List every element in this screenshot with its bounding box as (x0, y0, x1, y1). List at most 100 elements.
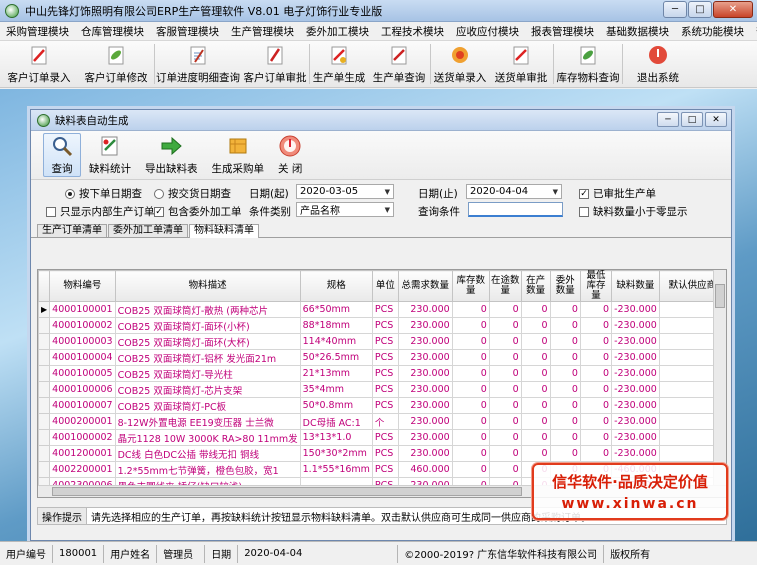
cell-shortage[interactable]: -230.000 (611, 413, 660, 430)
cell-stock[interactable]: 0 (451, 317, 490, 334)
cell-in-transit[interactable]: 0 (488, 413, 522, 430)
cell-min-stock[interactable]: 0 (579, 333, 613, 350)
cell-total-demand[interactable]: 460.000 (397, 461, 453, 478)
date-from-picker[interactable]: 2020-03-05 ▼ (296, 184, 394, 199)
cell-material-code[interactable]: 4000100004 (49, 349, 116, 366)
close-button[interactable]: 关 闭 (272, 133, 308, 177)
row-indicator[interactable] (38, 429, 51, 446)
cell-min-stock[interactable]: 0 (579, 317, 613, 334)
toolbar-inventory-query-button[interactable]: 库存物料查询 (554, 41, 622, 87)
cell-unit[interactable]: PCS (371, 333, 399, 350)
cell-material-desc[interactable]: COB25 双面球筒灯-芯片支架 (114, 381, 301, 398)
col-unit[interactable]: 单位 (371, 270, 399, 302)
export-shortage-button[interactable]: 导出缺料表 (139, 133, 204, 177)
shortage-lt-zero-checkbox[interactable]: 缺料数量小于零显示 (579, 204, 688, 219)
cell-shortage[interactable]: -230.000 (611, 445, 660, 462)
cell-shortage[interactable]: -230.000 (611, 301, 660, 318)
child-close-button[interactable]: ✕ (705, 112, 727, 127)
cell-spec[interactable]: 21*13mm (299, 365, 373, 382)
cell-total-demand[interactable]: 230.000 (397, 317, 453, 334)
menu-outsourcing[interactable]: 委外加工模块 (306, 24, 369, 39)
cell-stock[interactable]: 0 (451, 461, 490, 478)
row-indicator[interactable] (38, 333, 51, 350)
cell-stock[interactable]: 0 (451, 445, 490, 462)
tab-material-shortage[interactable]: 物料缺料清单 (189, 224, 259, 238)
tab-production-orders[interactable]: 生产订单清单 (37, 224, 107, 237)
cell-in-production[interactable]: 0 (520, 333, 551, 350)
toolbar-exit-button[interactable]: 退出系统 (623, 41, 693, 87)
cell-material-code[interactable]: 4001000002 (49, 429, 116, 446)
menu-receivables[interactable]: 应收应付模块 (456, 24, 519, 39)
cell-outsourced[interactable]: 0 (549, 429, 581, 446)
toolbar-production-query-button[interactable]: 生产单查询 (368, 41, 430, 87)
cell-material-code[interactable]: 4000100007 (49, 397, 116, 414)
cell-unit[interactable]: PCS (371, 397, 399, 414)
menu-purchase[interactable]: 采购管理模块 (6, 24, 69, 39)
cell-spec[interactable]: 66*50mm (299, 301, 373, 318)
cell-in-transit[interactable]: 0 (488, 349, 522, 366)
table-row[interactable]: 4000100004 COB25 双面球筒灯-铝杯 发光面21m 50*26.5mm… (38, 349, 726, 366)
cell-stock[interactable]: 0 (451, 413, 490, 430)
toolbar-production-generate-button[interactable]: 生产单生成 (310, 41, 368, 87)
cell-in-production[interactable]: 0 (520, 301, 551, 318)
child-maximize-button[interactable]: □ (681, 112, 703, 127)
cell-material-code[interactable]: 4001200001 (49, 445, 116, 462)
cell-in-production[interactable]: 0 (520, 429, 551, 446)
toolbar-delivery-entry-button[interactable]: 送货单录入 (431, 41, 489, 87)
cell-shortage[interactable]: -230.000 (611, 365, 660, 382)
cell-unit[interactable]: PCS (371, 381, 399, 398)
cell-in-transit[interactable]: 0 (488, 397, 522, 414)
table-row[interactable]: 4001000002 晶元1128 10W 3000K RA>80 11mm发 13… (38, 429, 726, 446)
category-select[interactable]: 产品名称 ▼ (296, 202, 394, 217)
menu-base-data[interactable]: 基础数据模块 (606, 24, 669, 39)
outsource-checkbox[interactable]: ✓ 包含委外加工单 (154, 204, 242, 219)
table-row[interactable]: 4000100002 COB25 双面球筒灯-面环(小杯) 88*18mm PCS 23… (38, 317, 726, 334)
scroll-thumb[interactable] (52, 487, 522, 496)
cell-shortage[interactable]: -230.000 (611, 333, 660, 350)
cell-outsourced[interactable]: 0 (549, 333, 581, 350)
cell-in-transit[interactable]: 0 (488, 429, 522, 446)
cell-material-desc[interactable]: COB25 双面球筒灯-面环(小杯) (114, 317, 301, 334)
cell-in-production[interactable]: 0 (520, 317, 551, 334)
cell-in-production[interactable]: 0 (520, 397, 551, 414)
cell-unit[interactable]: PCS (371, 429, 399, 446)
cell-stock[interactable]: 0 (451, 381, 490, 398)
row-indicator[interactable] (38, 381, 51, 398)
cell-total-demand[interactable]: 230.000 (397, 397, 453, 414)
toolbar-delivery-approve-button[interactable]: 送货单审批 (489, 41, 553, 87)
cell-in-transit[interactable]: 0 (488, 333, 522, 350)
cell-spec[interactable]: 35*4mm (299, 381, 373, 398)
cell-min-stock[interactable]: 0 (579, 397, 613, 414)
cell-material-code[interactable]: 4000100001 (49, 301, 116, 318)
table-row[interactable]: ▶ 4000100001 COB25 双面球筒灯-散热 (两种芯片 66*50mm PC… (38, 301, 726, 318)
cell-material-code[interactable]: 4000100002 (49, 317, 116, 334)
cell-min-stock[interactable]: 0 (579, 413, 613, 430)
radio-delivery-date[interactable]: 按交货日期查 (154, 186, 231, 201)
cell-material-desc[interactable]: DC线 白色DC公插 带线无扣 铜线 (114, 445, 301, 462)
cell-shortage[interactable]: -230.000 (611, 349, 660, 366)
maximize-button[interactable]: □ (688, 1, 712, 18)
menu-system[interactable]: 系统功能模块 (681, 24, 744, 39)
cell-outsourced[interactable]: 0 (549, 397, 581, 414)
cell-total-demand[interactable]: 230.000 (397, 365, 453, 382)
row-indicator[interactable] (38, 461, 51, 478)
cell-outsourced[interactable]: 0 (549, 317, 581, 334)
cell-shortage[interactable]: -230.000 (611, 317, 660, 334)
toolbar-order-entry-button[interactable]: 客户订单录入 (0, 41, 78, 87)
cell-stock[interactable]: 0 (451, 349, 490, 366)
cell-unit[interactable]: PCS (371, 349, 399, 366)
cell-total-demand[interactable]: 230.000 (397, 381, 453, 398)
cell-in-transit[interactable]: 0 (488, 461, 522, 478)
cell-stock[interactable]: 0 (451, 429, 490, 446)
toolbar-order-approve-button[interactable]: 客户订单审批 (241, 41, 309, 87)
cell-material-desc[interactable]: 晶元1128 10W 3000K RA>80 11mm发 (114, 429, 301, 446)
current-row-indicator-icon[interactable]: ▶ (38, 301, 51, 318)
menu-warehouse[interactable]: 仓库管理模块 (81, 24, 144, 39)
cell-unit[interactable]: PCS (371, 365, 399, 382)
col-in-transit[interactable]: 在途数量 (488, 270, 522, 302)
col-material-desc[interactable]: 物料描述 (114, 270, 301, 302)
cell-min-stock[interactable]: 0 (579, 445, 613, 462)
cell-spec[interactable]: 50*26.5mm (299, 349, 373, 366)
cell-in-production[interactable]: 0 (520, 349, 551, 366)
cell-material-code[interactable]: 4000100005 (49, 365, 116, 382)
